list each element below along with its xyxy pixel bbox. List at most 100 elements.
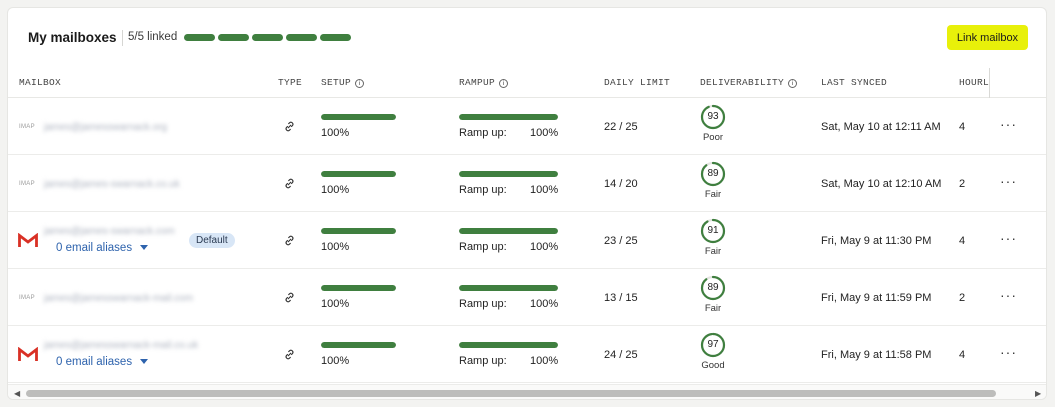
rampup-progress <box>459 228 558 234</box>
col-last-synced[interactable]: LAST SYNCED <box>821 77 887 88</box>
rampup-value: 100% <box>530 241 559 253</box>
email-aliases-dropdown[interactable]: 0 email aliases <box>56 356 149 368</box>
card-header: My mailboxes 5/5 linked Link mailbox <box>8 8 1046 68</box>
info-icon[interactable]: i <box>355 79 365 88</box>
table-header: MAILBOX TYPE SETUP i RAMPUP i DAILY LIMIT … <box>8 68 1046 98</box>
link-icon[interactable] <box>283 348 296 361</box>
score-value: 89 <box>707 168 719 179</box>
daily-limit-value: 24 / 25 <box>604 349 638 361</box>
caret-down-icon <box>140 245 149 250</box>
mailbox-email: james@jamesswarnack-mail.com <box>44 293 194 304</box>
last-synced-value: Sat, May 10 at 12:11 AM <box>821 121 941 133</box>
rampup-progress <box>459 171 558 177</box>
scroll-left-icon[interactable]: ◀ <box>14 389 20 398</box>
info-icon[interactable]: i <box>499 79 509 88</box>
score-label: Poor <box>702 132 724 143</box>
rampup-value: 100% <box>530 127 559 139</box>
hourly-value: 4 <box>959 235 966 247</box>
header-divider <box>122 30 123 46</box>
daily-limit-value: 23 / 25 <box>604 235 638 247</box>
col-deliverability[interactable]: DELIVERABILITY i <box>700 77 798 88</box>
rampup-label: Ramp up: <box>459 355 507 367</box>
mailbox-email: james@jamesswarnack.org <box>44 122 167 133</box>
mailbox-email: james@james-swarnack.co.uk <box>44 179 180 190</box>
more-options-icon[interactable]: ··· <box>1000 173 1017 189</box>
email-aliases-label: 0 email aliases <box>56 242 133 254</box>
linked-segment <box>286 34 317 41</box>
link-icon[interactable] <box>283 234 296 247</box>
more-options-icon[interactable]: ··· <box>1000 116 1017 132</box>
table-row[interactable]: james@jamesswarnack-mail.co.uk 0 email al… <box>8 326 1046 383</box>
setup-value: 100% <box>321 298 350 310</box>
linked-count: 5/5 linked <box>128 31 178 43</box>
default-badge: Default <box>189 233 235 248</box>
table-row[interactable]: IMAP james@james-swarnack.co.uk 100% Ramp u… <box>8 155 1046 212</box>
deliverability-score[interactable]: 93 Poor <box>700 104 726 143</box>
score-value: 91 <box>707 225 719 236</box>
linked-progress <box>184 34 351 41</box>
table-row[interactable]: james@james-swarnack.com 0 email aliases D… <box>8 212 1046 269</box>
hourly-value: 4 <box>959 121 966 133</box>
gmail-icon <box>18 232 38 248</box>
hourly-value: 2 <box>959 292 966 304</box>
col-rampup[interactable]: RAMPUP i <box>459 77 509 88</box>
col-rampup-label: RAMPUP <box>459 77 496 88</box>
table-row[interactable]: IMAP james@jamesswarnack.org 100% Ramp up: 1… <box>8 98 1046 155</box>
deliverability-score[interactable]: 91 Fair <box>700 218 726 257</box>
link-icon[interactable] <box>283 291 296 304</box>
setup-value: 100% <box>321 184 350 196</box>
col-mailbox[interactable]: MAILBOX <box>19 77 61 88</box>
imap-label: IMAP <box>19 181 35 187</box>
rampup-value: 100% <box>530 298 559 310</box>
setup-progress <box>321 228 396 234</box>
column-divider <box>989 68 990 98</box>
setup-value: 100% <box>321 241 350 253</box>
setup-value: 100% <box>321 355 350 367</box>
linked-segment <box>252 34 283 41</box>
deliverability-score[interactable]: 89 Fair <box>700 161 726 200</box>
score-label: Fair <box>704 246 722 257</box>
setup-value: 100% <box>321 127 350 139</box>
score-value: 89 <box>707 282 719 293</box>
link-icon[interactable] <box>283 177 296 190</box>
col-deliverability-label: DELIVERABILITY <box>700 77 785 88</box>
daily-limit-value: 13 / 15 <box>604 292 638 304</box>
col-hourly[interactable]: HOURL <box>959 77 989 88</box>
rampup-progress <box>459 114 558 120</box>
rampup-progress <box>459 285 558 291</box>
more-options-icon[interactable]: ··· <box>1000 230 1017 246</box>
deliverability-score[interactable]: 89 Fair <box>700 275 726 314</box>
linked-segment <box>218 34 249 41</box>
table-row[interactable]: IMAP james@jamesswarnack-mail.com 100% Ramp… <box>8 269 1046 326</box>
hourly-value: 4 <box>959 349 966 361</box>
rampup-label: Ramp up: <box>459 298 507 310</box>
col-type[interactable]: TYPE <box>278 77 302 88</box>
caret-down-icon <box>140 359 149 364</box>
deliverability-score[interactable]: 97 Good <box>700 332 726 371</box>
score-label: Fair <box>704 189 722 200</box>
last-synced-value: Fri, May 9 at 11:30 PM <box>821 235 932 247</box>
rampup-label: Ramp up: <box>459 241 507 253</box>
score-label: Good <box>701 360 725 371</box>
more-options-icon[interactable]: ··· <box>1000 287 1017 303</box>
link-icon[interactable] <box>283 120 296 133</box>
col-setup[interactable]: SETUP i <box>321 77 365 88</box>
daily-limit-value: 22 / 25 <box>604 121 638 133</box>
email-aliases-dropdown[interactable]: 0 email aliases <box>56 242 149 254</box>
rampup-value: 100% <box>530 184 559 196</box>
mailbox-email: james@jamesswarnack-mail.co.uk <box>44 340 199 351</box>
horizontal-scrollbar[interactable]: ◀ ▶ <box>8 384 1046 399</box>
setup-progress <box>321 342 396 348</box>
scrollbar-thumb[interactable] <box>26 390 996 397</box>
scroll-right-icon[interactable]: ▶ <box>1035 389 1041 398</box>
last-synced-value: Fri, May 9 at 11:59 PM <box>821 292 932 304</box>
more-options-icon[interactable]: ··· <box>1000 344 1017 360</box>
setup-progress <box>321 114 396 120</box>
col-daily-limit[interactable]: DAILY LIMIT <box>604 77 670 88</box>
link-mailbox-button[interactable]: Link mailbox <box>947 25 1028 50</box>
info-icon[interactable]: i <box>788 79 798 88</box>
daily-limit-value: 14 / 20 <box>604 178 638 190</box>
last-synced-value: Sat, May 10 at 12:10 AM <box>821 178 942 190</box>
score-value: 97 <box>707 339 719 350</box>
page-title: My mailboxes <box>28 30 117 45</box>
